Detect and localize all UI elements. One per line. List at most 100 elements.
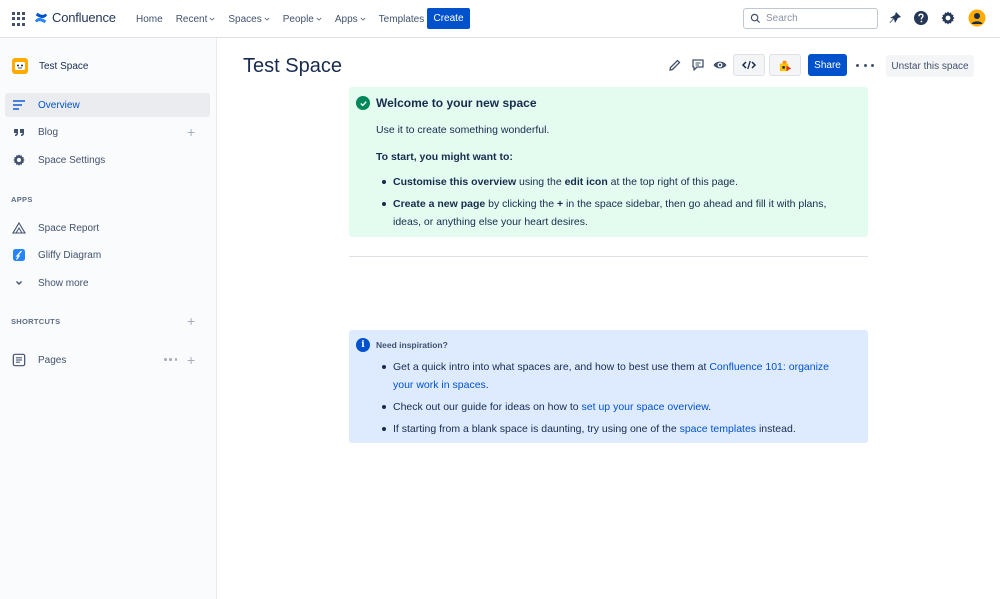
- sidebar-item-label: Pages: [38, 354, 67, 366]
- apps-section-label: APPS: [11, 195, 33, 204]
- sidebar-item-space-settings[interactable]: Space Settings: [5, 148, 210, 172]
- quote-icon: [12, 125, 26, 139]
- list-item-text: using the: [516, 176, 565, 188]
- help-icon[interactable]: [913, 10, 929, 26]
- nav-home-label: Home: [136, 13, 163, 25]
- space-report-icon: [12, 221, 26, 235]
- sidebar-item-label: Space Settings: [38, 154, 106, 166]
- source-code-button[interactable]: [733, 54, 765, 76]
- list-item: Customise this overview using the edit i…: [382, 173, 852, 191]
- overview-icon: [12, 98, 26, 112]
- create-button[interactable]: Create: [427, 8, 470, 29]
- list-item-text: .: [485, 379, 489, 391]
- nav-people-label: People: [282, 13, 314, 25]
- add-page-icon[interactable]: +: [187, 353, 195, 367]
- notifications-icon[interactable]: [887, 10, 903, 26]
- sidebar-item-label: Space Report: [38, 222, 100, 234]
- nav-templates-label: Templates: [378, 13, 425, 25]
- confluence-logo[interactable]: Confluence: [34, 10, 116, 25]
- search-icon: [750, 13, 761, 24]
- nav-people[interactable]: People: [283, 14, 322, 25]
- welcome-title: Welcome to your new space: [376, 96, 537, 110]
- pages-icon: [12, 353, 26, 367]
- sidebar-item-gliffy-diagram[interactable]: Gliffy Diagram: [5, 243, 210, 267]
- chevron-down-icon: [209, 17, 215, 21]
- space-templates-link[interactable]: space templates: [680, 423, 756, 435]
- sidebar-item-overview[interactable]: Overview: [5, 93, 210, 117]
- info-icon: i: [356, 338, 370, 352]
- unstar-space-button[interactable]: Unstar this space: [886, 55, 974, 77]
- nav-apps-label: Apps: [334, 13, 358, 25]
- welcome-subtitle: Use it to create something wonderful.: [376, 124, 550, 136]
- shortcuts-section-label: SHORTCUTS: [11, 317, 61, 326]
- space-logo-icon: [15, 62, 25, 70]
- list-item-text: Check out our guide for ideas on how to: [393, 401, 582, 413]
- list-item-text: If starting from a blank space is daunti…: [393, 423, 680, 435]
- add-shortcut-icon[interactable]: +: [187, 314, 195, 328]
- sidebar-item-label: Overview: [38, 99, 80, 111]
- sidebar-item-show-more[interactable]: Show more: [5, 271, 210, 295]
- sidebar-item-label: Gliffy Diagram: [38, 249, 102, 261]
- code-icon: [741, 60, 757, 70]
- list-item: Check out our guide for ideas on how to …: [382, 398, 852, 416]
- space-overview-link[interactable]: set up your space overview: [582, 401, 709, 413]
- sidebar-item-label: Blog: [38, 126, 59, 138]
- inspiration-title: Need inspiration?: [376, 340, 448, 350]
- comment-icon[interactable]: [690, 57, 706, 73]
- gear-icon: [12, 153, 26, 167]
- search-input[interactable]: [766, 13, 866, 24]
- top-navigation-bar: Confluence Home Recent Spaces People App…: [0, 0, 1000, 38]
- primary-nav: Home Recent Spaces People Apps Templates: [136, 0, 437, 38]
- content-divider: [349, 256, 868, 257]
- share-button[interactable]: Share: [808, 54, 847, 76]
- welcome-start-heading: To start, you might want to:: [376, 151, 513, 163]
- list-item-text: instead.: [756, 423, 796, 435]
- search-box[interactable]: [743, 8, 878, 29]
- app-name: Confluence: [52, 10, 116, 25]
- nav-home[interactable]: Home: [136, 14, 163, 25]
- settings-gear-icon[interactable]: [940, 10, 956, 26]
- edit-pencil-icon[interactable]: [667, 57, 683, 73]
- sidebar-item-blog[interactable]: Blog: [5, 120, 210, 144]
- app-extension-icon: [779, 60, 791, 71]
- confluence-logo-icon: [34, 12, 48, 23]
- app-switcher-icon[interactable]: [12, 12, 26, 26]
- user-avatar[interactable]: [968, 9, 986, 27]
- list-item: Create a new page by clicking the + in t…: [382, 195, 852, 231]
- nav-apps[interactable]: Apps: [335, 14, 366, 25]
- nav-recent[interactable]: Recent: [176, 14, 216, 25]
- nav-recent-label: Recent: [175, 13, 208, 25]
- nav-spaces-label: Spaces: [228, 13, 262, 25]
- list-item-strong: edit icon: [564, 176, 608, 188]
- list-item-strong: Create a new page: [393, 198, 486, 210]
- page-title: Test Space: [243, 55, 342, 77]
- sidebar-item-label: Show more: [38, 277, 89, 289]
- sidebar-item-space-report[interactable]: Space Report: [5, 216, 210, 240]
- list-item: If starting from a blank space is daunti…: [382, 420, 852, 438]
- nav-spaces[interactable]: Spaces: [228, 13, 270, 25]
- list-item-text: .: [708, 401, 712, 413]
- sidebar-item-pages[interactable]: Pages: [5, 348, 210, 372]
- inspiration-panel: i Need inspiration? Get a quick intro in…: [349, 330, 868, 443]
- list-item: Get a quick intro into what spaces are, …: [382, 358, 852, 394]
- add-blog-icon[interactable]: +: [187, 125, 195, 139]
- welcome-panel: Welcome to your new space Use it to crea…: [349, 87, 868, 237]
- pages-more-icon[interactable]: [164, 358, 177, 361]
- watch-eye-icon[interactable]: [712, 57, 728, 73]
- chevron-down-icon: [12, 276, 26, 290]
- success-check-icon: [356, 96, 370, 110]
- nav-templates[interactable]: Templates: [379, 14, 425, 25]
- list-item-text: by clicking the: [485, 198, 557, 210]
- chevron-down-icon: [264, 17, 270, 21]
- space-header[interactable]: Test Space: [12, 58, 88, 74]
- chevron-down-icon: [360, 17, 366, 21]
- list-item-text: Get a quick intro into what spaces are, …: [393, 361, 710, 373]
- list-item-text: at the top right of this page.: [607, 176, 738, 188]
- list-item-strong: Customise this overview: [393, 176, 517, 188]
- gliffy-icon: [12, 248, 26, 262]
- app-extension-button[interactable]: [769, 54, 801, 76]
- space-name: Test Space: [39, 60, 89, 72]
- chevron-down-icon: [316, 17, 322, 21]
- space-avatar: [12, 58, 28, 74]
- more-actions-icon[interactable]: [856, 58, 874, 72]
